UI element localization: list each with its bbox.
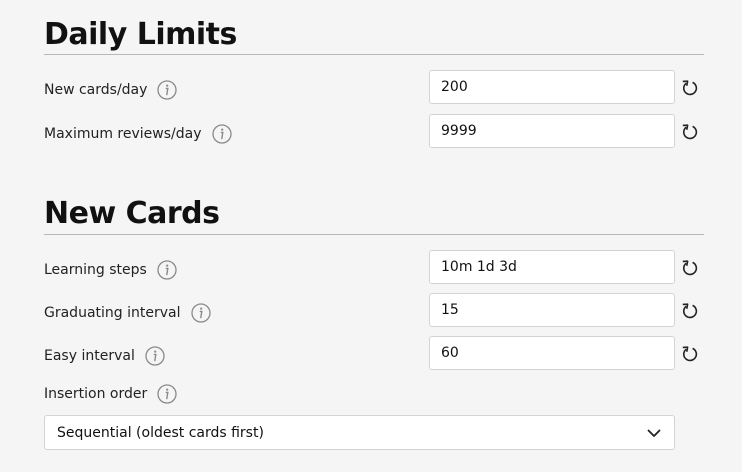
info-icon[interactable] [157, 260, 177, 280]
row-maximum-reviews-per-day: Maximum reviews/day [44, 124, 232, 144]
row-label: New cards/day [44, 82, 148, 98]
insertion-order-selected-value: Sequential (oldest cards first) [57, 424, 264, 441]
reset-icon[interactable] [680, 258, 700, 278]
row-label: Maximum reviews/day [44, 126, 202, 142]
row-label: Learning steps [44, 262, 147, 278]
chevron-down-icon [646, 425, 662, 441]
info-icon[interactable] [157, 384, 177, 404]
learning-steps-input[interactable] [429, 250, 675, 284]
new-cards-per-day-input[interactable] [429, 70, 675, 104]
section-divider [44, 234, 704, 235]
row-easy-interval: Easy interval [44, 346, 165, 366]
section-title-new-cards: New Cards [44, 196, 220, 231]
row-graduating-interval: Graduating interval [44, 303, 211, 323]
row-learning-steps: Learning steps [44, 260, 177, 280]
row-label: Graduating interval [44, 305, 181, 321]
insertion-order-select[interactable]: Sequential (oldest cards first) [44, 415, 675, 450]
info-icon[interactable] [157, 80, 178, 100]
reset-icon[interactable] [680, 301, 700, 321]
info-icon[interactable] [211, 124, 232, 144]
row-label: Insertion order [44, 386, 148, 402]
reset-icon[interactable] [680, 122, 700, 142]
graduating-interval-input[interactable] [429, 293, 675, 327]
section-title-daily-limits: Daily Limits [44, 17, 237, 52]
row-new-cards-per-day: New cards/day [44, 80, 178, 100]
reset-icon[interactable] [680, 344, 700, 364]
row-label: Easy interval [44, 348, 135, 364]
info-icon[interactable] [145, 346, 165, 366]
easy-interval-input[interactable] [429, 336, 675, 370]
row-insertion-order: Insertion order [44, 384, 177, 404]
reset-icon[interactable] [680, 78, 700, 98]
info-icon[interactable] [190, 303, 211, 323]
maximum-reviews-per-day-input[interactable] [429, 114, 675, 148]
section-divider [44, 54, 704, 55]
